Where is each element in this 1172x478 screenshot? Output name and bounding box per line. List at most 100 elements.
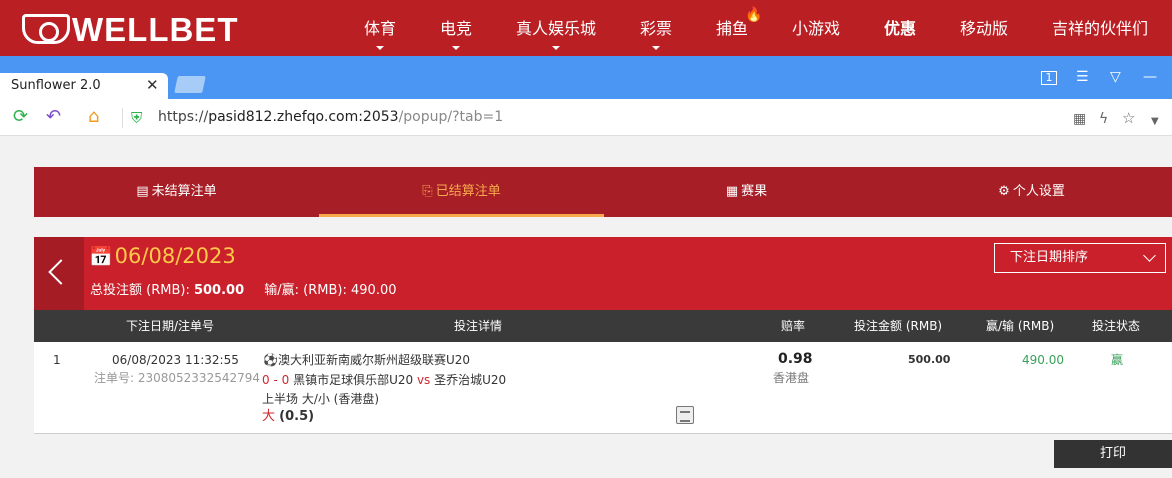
nav-item-mini-games[interactable]: 小游戏 [792, 19, 840, 39]
tab-unsettled-bets[interactable]: ▤ 未结算注单 [34, 167, 319, 217]
url-scheme: https:// [158, 109, 209, 125]
winloss-value: 490.00 [1022, 353, 1064, 367]
odds-value: 0.98 [778, 351, 813, 367]
divider [122, 108, 123, 128]
url-field[interactable]: https://pasid812.zhefqo.com:2053/popup/?… [158, 109, 503, 125]
summary-date: 📅06/08/2023 [89, 243, 236, 270]
site-logo[interactable]: WELLBET [22, 12, 238, 48]
flame-icon: 🔥 [745, 7, 763, 23]
chevron-down-icon [552, 46, 560, 50]
url-host: pasid812.zhefqo.com:2053 [208, 109, 399, 125]
sort-select[interactable]: 下注日期排序 [994, 243, 1166, 273]
nav-label: 移动版 [960, 19, 1009, 38]
league-name: 澳大利亚新南威尔斯州超级联赛U20 [277, 353, 471, 367]
nav-label: 真人娱乐城 [516, 19, 597, 38]
status-badge: 赢 [1111, 353, 1124, 367]
row-index: 1 [53, 353, 61, 367]
nav-label: 电竞 [440, 19, 473, 38]
nav-label: 优惠 [884, 19, 917, 38]
bet-history-tabs: ▤ 未结算注单 ⎘ 已结算注单 ▦ 赛果 ⚙ 个人设置 [34, 167, 1172, 217]
nav-label: 捕鱼 [716, 19, 749, 38]
calendar-icon: 📅 [89, 246, 113, 268]
stake-value: 500.00 [908, 353, 951, 366]
vs-label: vs [416, 373, 431, 387]
tab-settled-bets[interactable]: ⎘ 已结算注单 [319, 167, 604, 217]
nav-item-fishing[interactable]: 捕鱼 [716, 19, 748, 39]
tab-personal-settings[interactable]: ⚙ 个人设置 [889, 167, 1172, 217]
match-line: 0 - 0 黑镇市足球俱乐部U20 vs 圣乔治城U20 [262, 372, 506, 388]
print-button[interactable]: 打印 [1054, 440, 1172, 468]
nav-label: 彩票 [640, 19, 673, 38]
shield-icon: ⛨ [131, 109, 143, 127]
table-header: 下注日期/注单号 投注详情 赔率 投注金额 (RMB) 赢/输 (RMB) 投注… [34, 310, 1172, 342]
chevron-down-icon [652, 46, 660, 50]
url-path: /popup/?tab=1 [398, 109, 504, 125]
date-text: 06/08/2023 [114, 244, 236, 268]
page-indicator-icon[interactable]: 1 [1041, 71, 1057, 85]
chevron-down-icon [376, 46, 384, 50]
settled-icon: ⎘ [422, 184, 433, 199]
tab-label: 已结算注单 [435, 184, 501, 199]
nav-item-mobile[interactable]: 移动版 [960, 19, 1008, 39]
lightning-icon[interactable]: ϟ [1099, 109, 1108, 129]
col-header-stake: 投注金额 (RMB) [854, 319, 943, 333]
list-icon: ▤ [136, 184, 149, 199]
logo-text: WELLBET [72, 11, 239, 48]
handicap-line: (0.5) [279, 409, 315, 424]
chevron-down-icon[interactable]: ▼ [1151, 112, 1159, 132]
soccer-ball-icon: ⚽ [263, 353, 278, 367]
new-tab-button[interactable] [174, 76, 206, 93]
market-line: 上半场 大/小 (香港盘) [262, 392, 380, 406]
col-header-status: 投注状态 [1092, 319, 1141, 333]
nav-item-live-casino[interactable]: 真人娱乐城 [516, 19, 597, 50]
total-stake-value: 500.00 [193, 283, 245, 298]
site-nav: WELLBET 体育 电竞 真人娱乐城 彩票 捕鱼 🔥 小游戏 优惠 移动版 吉… [0, 0, 1172, 56]
menu-icon[interactable]: ☰ [1076, 69, 1089, 85]
tab-label: 个人设置 [1012, 184, 1065, 199]
tab-label: 赛果 [741, 184, 768, 199]
tab-results[interactable]: ▦ 赛果 [604, 167, 889, 217]
gear-icon: ⚙ [998, 184, 1010, 199]
total-stake-label: 总投注额 (RMB): [90, 283, 190, 298]
results-icon: ▦ [725, 184, 739, 199]
home-team: 黑镇市足球俱乐部U20 [293, 373, 414, 387]
col-header-details: 投注详情 [454, 319, 503, 333]
league-line: ⚽澳大利亚新南威尔斯州超级联赛U20 [263, 352, 470, 368]
bet-datetime: 06/08/2023 11:32:55 [112, 353, 239, 367]
browser-tab[interactable]: Sunflower 2.0 ✕ [0, 73, 168, 99]
close-icon[interactable]: ✕ [146, 76, 159, 94]
nav-label: 体育 [364, 19, 397, 38]
nav-item-lottery[interactable]: 彩票 [640, 19, 673, 50]
nav-item-partners[interactable]: 吉祥的伙伴们 [1052, 19, 1148, 39]
back-button[interactable] [34, 237, 84, 310]
nav-item-esports[interactable]: 电竞 [440, 19, 473, 50]
shirt-icon[interactable]: ▽ [1110, 69, 1121, 85]
bet-detail-icon[interactable] [676, 406, 694, 424]
match-score: 0 - 0 [262, 373, 290, 387]
odds-type: 香港盘 [773, 371, 810, 385]
chevron-down-icon [1143, 249, 1156, 262]
refresh-icon[interactable]: ⟳ [13, 107, 28, 127]
nav-item-sports[interactable]: 体育 [364, 19, 397, 50]
undo-icon[interactable]: ↶ [46, 107, 61, 127]
address-bar: ⟳ ↶ ⌂ ⛨ https://pasid812.zhefqo.com:2053… [0, 99, 1172, 136]
minimize-icon[interactable]: — [1143, 69, 1157, 85]
chevron-down-icon [452, 46, 460, 50]
qr-code-icon[interactable]: ▦ [1073, 109, 1086, 129]
ticket-number: 注单号: 2308052332542794 [94, 371, 261, 385]
selection-line: 大 (0.5) [262, 409, 314, 425]
nav-item-promotions[interactable]: 优惠 [884, 19, 916, 39]
winloss-value: 490.00 [351, 283, 397, 298]
col-header-odds: 赔率 [781, 319, 806, 333]
star-icon[interactable]: ☆ [1122, 108, 1135, 128]
col-header-date: 下注日期/注单号 [126, 319, 215, 333]
table-row: 1 06/08/2023 11:32:55 注单号: 2308052332542… [34, 342, 1172, 434]
tab-label: 未结算注单 [151, 184, 217, 199]
browser-tab-strip: Sunflower 2.0 ✕ 1 ☰ ▽ — [0, 56, 1172, 99]
sort-select-value: 下注日期排序 [1010, 250, 1089, 265]
winloss-label: 输/赢: (RMB): [264, 283, 347, 298]
tab-title: Sunflower 2.0 [11, 78, 101, 93]
away-team: 圣乔治城U20 [434, 373, 507, 387]
logo-mark-icon [22, 14, 70, 44]
home-icon[interactable]: ⌂ [88, 107, 99, 127]
